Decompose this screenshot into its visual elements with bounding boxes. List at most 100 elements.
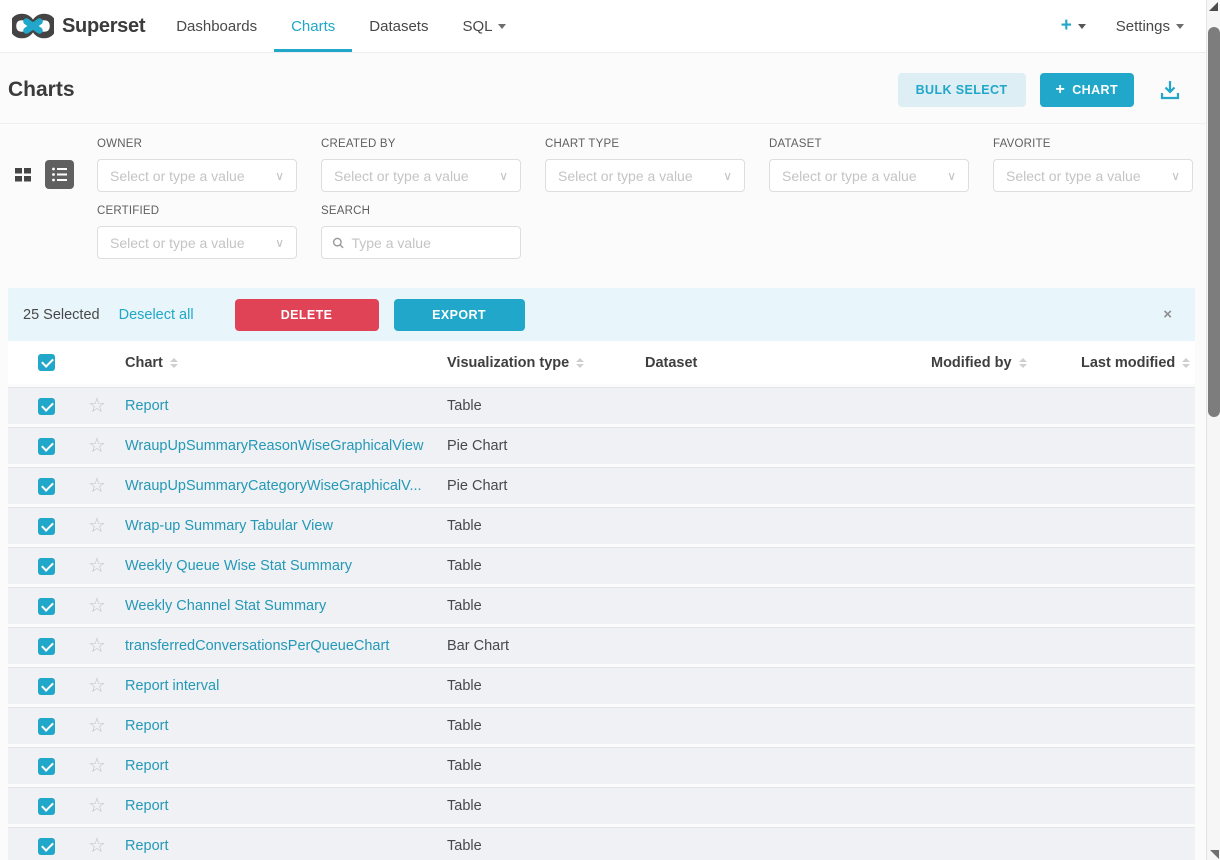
card-view-toggle[interactable] — [8, 160, 37, 189]
column-header-modified-by[interactable]: Modified by — [911, 355, 1061, 371]
row-checkbox-cell — [8, 798, 70, 815]
row-star-cell: ☆ — [70, 716, 105, 737]
filter-control: CHART TYPE Select or type a value ∨ — [545, 138, 745, 192]
select-all-checkbox[interactable] — [38, 354, 55, 371]
favorite-star-icon[interactable]: ☆ — [88, 675, 106, 697]
add-chart-button[interactable]: + CHART — [1040, 73, 1135, 107]
filter-select[interactable]: Select or type a value ∨ — [993, 159, 1193, 192]
vertical-scrollbar[interactable] — [1206, 0, 1220, 860]
chart-name-link[interactable]: WraupUpSummaryReasonWiseGraphicalView — [105, 438, 427, 454]
favorite-star-icon[interactable]: ☆ — [88, 515, 106, 537]
chevron-down-icon: ∨ — [723, 169, 732, 183]
row-checkbox[interactable] — [38, 518, 55, 535]
scroll-down-arrow-icon[interactable] — [1210, 850, 1219, 859]
chart-name-link[interactable]: Weekly Queue Wise Stat Summary — [105, 558, 427, 574]
new-item-menu[interactable]: + — [1061, 15, 1086, 37]
chart-name-link[interactable]: Report — [105, 398, 427, 414]
nav-item-sql[interactable]: SQL — [445, 0, 523, 52]
row-checkbox-cell — [8, 398, 70, 415]
favorite-star-icon[interactable]: ☆ — [88, 795, 106, 817]
row-checkbox[interactable] — [38, 598, 55, 615]
filter-section: OWNER Select or type a value ∨ CREATED B… — [0, 124, 1220, 273]
row-star-cell: ☆ — [70, 396, 105, 417]
chart-name-link[interactable]: Report — [105, 798, 427, 814]
favorite-star-icon[interactable]: ☆ — [88, 555, 106, 577]
row-checkbox[interactable] — [38, 798, 55, 815]
filter-list-row1: OWNER Select or type a value ∨ CREATED B… — [97, 138, 1217, 192]
settings-menu[interactable]: Settings — [1116, 18, 1184, 35]
favorite-star-icon[interactable]: ☆ — [88, 435, 106, 457]
scroll-up-arrow-icon[interactable] — [1209, 2, 1218, 11]
filter-row-2: CERTIFIED Select or type a value ∨ SEARC… — [8, 205, 1194, 259]
favorite-star-icon[interactable]: ☆ — [88, 635, 106, 657]
filter-control: OWNER Select or type a value ∨ — [97, 138, 297, 192]
close-icon[interactable]: × — [1155, 302, 1180, 327]
filter-label: CERTIFIED — [97, 205, 297, 217]
certified-select[interactable]: Select or type a value ∨ — [97, 226, 297, 259]
row-checkbox[interactable] — [38, 438, 55, 455]
chart-name-link[interactable]: Report — [105, 838, 427, 854]
viz-type-cell: Table — [427, 678, 625, 694]
row-star-cell: ☆ — [70, 596, 105, 617]
favorite-star-icon[interactable]: ☆ — [88, 755, 106, 777]
row-star-cell: ☆ — [70, 676, 105, 697]
sort-icon[interactable] — [1182, 358, 1190, 368]
chart-name-link[interactable]: Weekly Channel Stat Summary — [105, 598, 427, 614]
sort-icon[interactable] — [576, 358, 584, 368]
download-icon — [1158, 78, 1182, 102]
row-checkbox[interactable] — [38, 718, 55, 735]
filter-label: DATASET — [769, 138, 969, 150]
row-checkbox[interactable] — [38, 838, 55, 855]
select-placeholder: Select or type a value — [110, 235, 275, 251]
viz-type-cell: Table — [427, 838, 625, 854]
nav-item-dashboards[interactable]: Dashboards — [159, 0, 274, 52]
column-header-last-modified[interactable]: Last modified — [1061, 355, 1195, 371]
chart-name-link[interactable]: Report — [105, 758, 427, 774]
row-checkbox-cell — [8, 758, 70, 775]
filter-select[interactable]: Select or type a value ∨ — [97, 159, 297, 192]
settings-label: Settings — [1116, 18, 1170, 35]
scrollbar-thumb[interactable] — [1208, 27, 1220, 417]
sort-icon[interactable] — [1019, 358, 1027, 368]
chart-name-link[interactable]: Wrap-up Summary Tabular View — [105, 518, 427, 534]
deselect-all-link[interactable]: Deselect all — [119, 307, 194, 323]
list-view-toggle[interactable] — [45, 160, 74, 189]
export-button[interactable]: EXPORT — [394, 299, 525, 331]
row-checkbox[interactable] — [38, 678, 55, 695]
superset-logo[interactable]: Superset — [12, 13, 145, 39]
search-input[interactable] — [351, 235, 510, 251]
filter-select[interactable]: Select or type a value ∨ — [769, 159, 969, 192]
row-checkbox[interactable] — [38, 558, 55, 575]
favorite-star-icon[interactable]: ☆ — [88, 395, 106, 417]
column-header-viz-type[interactable]: Visualization type — [427, 355, 625, 371]
favorite-star-icon[interactable]: ☆ — [88, 475, 106, 497]
chevron-down-icon — [498, 24, 506, 29]
row-checkbox[interactable] — [38, 638, 55, 655]
top-navbar: Superset Dashboards Charts Datasets SQL … — [0, 0, 1220, 53]
nav-item-datasets[interactable]: Datasets — [352, 0, 445, 52]
favorite-star-icon[interactable]: ☆ — [88, 835, 106, 857]
list-view-icon — [50, 165, 69, 184]
column-header-chart[interactable]: Chart — [105, 355, 427, 371]
chart-name-link[interactable]: WraupUpSummaryCategoryWiseGraphicalV... — [105, 478, 427, 494]
row-checkbox[interactable] — [38, 478, 55, 495]
table-body: ☆ Report Table ☆ WraupUpSummaryReasonWis… — [8, 387, 1195, 860]
favorite-star-icon[interactable]: ☆ — [88, 595, 106, 617]
row-checkbox[interactable] — [38, 758, 55, 775]
nav-label: Datasets — [369, 18, 428, 35]
import-charts-button[interactable] — [1158, 78, 1182, 102]
favorite-star-icon[interactable]: ☆ — [88, 715, 106, 737]
sort-icon[interactable] — [170, 358, 178, 368]
bulk-select-button[interactable]: BULK SELECT — [898, 73, 1026, 107]
row-star-cell: ☆ — [70, 836, 105, 857]
chevron-down-icon: ∨ — [275, 236, 284, 250]
chart-name-link[interactable]: Report — [105, 718, 427, 734]
filter-select[interactable]: Select or type a value ∨ — [545, 159, 745, 192]
delete-button[interactable]: DELETE — [235, 299, 379, 331]
filter-select[interactable]: Select or type a value ∨ — [321, 159, 521, 192]
row-checkbox[interactable] — [38, 398, 55, 415]
nav-item-charts[interactable]: Charts — [274, 0, 352, 52]
plus-icon: + — [1056, 81, 1066, 99]
chart-name-link[interactable]: Report interval — [105, 678, 427, 694]
chart-name-link[interactable]: transferredConversationsPerQueueChart — [105, 638, 427, 654]
